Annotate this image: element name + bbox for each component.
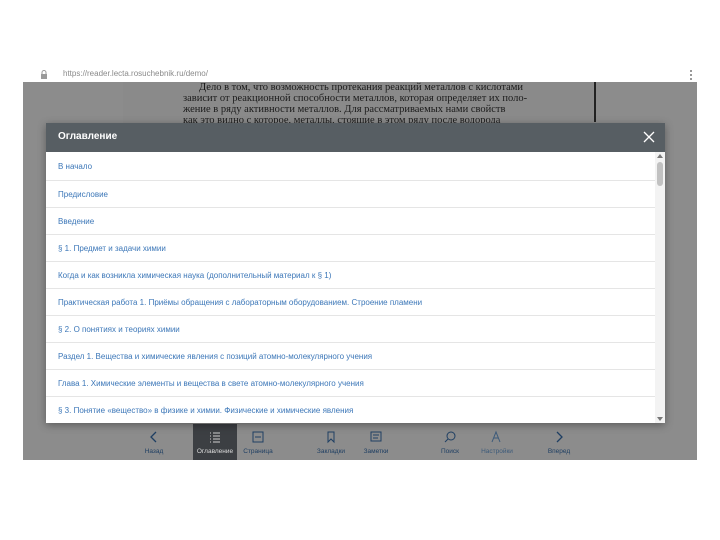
list-icon (210, 432, 220, 443)
toolbar-label: Страница (243, 448, 273, 455)
toc-item[interactable]: § 2. О понятиях и теориях химии (46, 316, 655, 343)
toolbar-label: Назад (144, 448, 164, 455)
toc-item[interactable]: Введение (46, 208, 655, 235)
toc-list: В начало Предисловие Введение § 1. Предм… (46, 152, 655, 423)
toc-item[interactable]: Когда и как возникла химическая наука (д… (46, 262, 655, 289)
toc-button[interactable]: Оглавление (193, 424, 237, 460)
toc-item[interactable]: § 3. Понятие «вещество» в физике и химии… (46, 397, 655, 423)
scroll-up-icon[interactable] (657, 154, 663, 158)
page-text-line: Дело в том, что возможность протекания р… (199, 82, 524, 93)
toolbar-label: Заметки (363, 448, 389, 455)
toc-item[interactable]: В начало (46, 152, 655, 181)
search-button[interactable]: Поиск (425, 424, 475, 460)
close-icon[interactable] (643, 131, 655, 143)
browser-address-bar: https://reader.lecta.rosuchebnik.ru/demo… (23, 68, 697, 83)
toc-item[interactable]: Практическая работа 1. Приёмы обращения … (46, 289, 655, 316)
page-text-line: зависит от реакционной способности метал… (183, 93, 528, 104)
toc-modal: Оглавление В начало Предисловие Введение… (46, 123, 665, 423)
reader-toolbar: Назад Оглавление Страница Закладки Замет… (23, 424, 697, 460)
chevron-right-icon (556, 431, 563, 443)
chevron-left-icon (150, 431, 157, 443)
browser-menu-icon[interactable] (689, 69, 693, 81)
modal-title: Оглавление (58, 131, 118, 142)
lock-icon (41, 70, 47, 79)
toolbar-label: Закладки (316, 448, 346, 455)
notes-icon (370, 431, 382, 442)
toc-item[interactable]: § 1. Предмет и задачи химии (46, 235, 655, 262)
bookmarks-button[interactable]: Закладки (306, 424, 356, 460)
page-divider (594, 82, 596, 122)
page-text-line: жение в ряду активности металлов. Для ра… (183, 104, 506, 115)
toc-scrollbar[interactable] (655, 152, 665, 423)
book-page: Дело в том, что возможность протекания р… (123, 82, 593, 126)
scroll-thumb[interactable] (657, 162, 663, 186)
back-button[interactable]: Назад (129, 424, 179, 460)
toolbar-label: Вперед (547, 448, 571, 455)
toc-item[interactable]: Раздел 1. Вещества и химические явления … (46, 343, 655, 370)
toolbar-label: Поиск (440, 448, 459, 455)
scroll-down-icon[interactable] (657, 417, 663, 421)
toc-item[interactable]: Глава 1. Химические элементы и вещества … (46, 370, 655, 397)
page-button[interactable]: Страница (233, 424, 283, 460)
forward-button[interactable]: Вперед (534, 424, 584, 460)
font-settings-icon (491, 430, 501, 443)
notes-button[interactable]: Заметки (351, 424, 401, 460)
url-text[interactable]: https://reader.lecta.rosuchebnik.ru/demo… (63, 69, 208, 78)
bookmark-icon (327, 431, 335, 444)
page-icon (252, 431, 264, 443)
settings-button[interactable]: Настройки (472, 424, 522, 460)
modal-header: Оглавление (46, 123, 665, 152)
search-icon (444, 431, 456, 443)
toc-item[interactable]: Предисловие (46, 181, 655, 208)
toolbar-label: Настройки (481, 448, 513, 455)
toolbar-label: Оглавление (196, 448, 234, 455)
